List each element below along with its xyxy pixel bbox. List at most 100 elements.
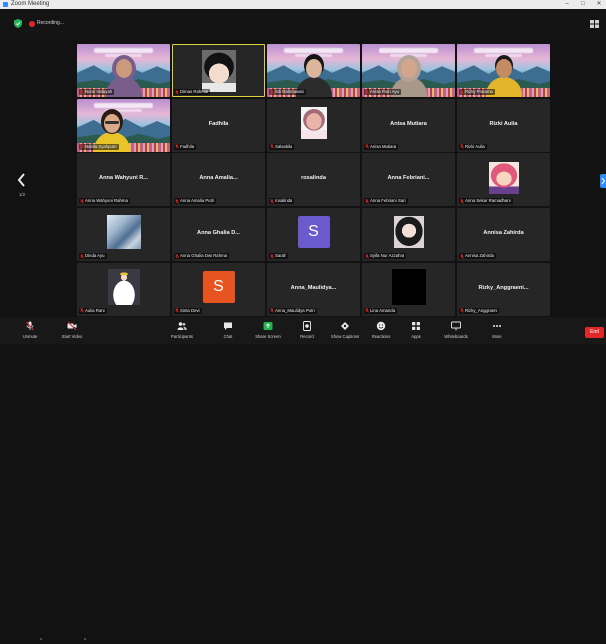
- participant-tile[interactable]: S Sarah: [267, 208, 360, 262]
- participant-tile[interactable]: S Sinta Devi: [172, 262, 265, 316]
- muted-mic-icon: [365, 144, 369, 150]
- recording-indicator-icon[interactable]: [29, 21, 35, 27]
- participant-tile[interactable]: Annisa Zahirda Annisa Zahirda: [457, 208, 550, 262]
- whiteboard-icon: [451, 321, 461, 331]
- participant-name: Anna Sekar Ramadhani: [465, 198, 511, 204]
- participant-name-label: rosalinda: [269, 198, 295, 205]
- participant-tile[interactable]: Siti Rahmawati: [267, 44, 360, 97]
- participant-name-label: Anna Ghalia Dwi Rahma: [174, 253, 230, 260]
- profile-picture: [201, 49, 236, 92]
- muted-mic-icon: [460, 89, 464, 95]
- participant-tile[interactable]: Syifa Nur Azzahra: [362, 208, 455, 262]
- participant-name-label: Sinta Devi: [174, 307, 202, 314]
- participant-tile[interactable]: Anisa Mutiara Anisa Mutiara: [362, 98, 455, 152]
- gallery-view: Nurul Hidayah Dimas Rahmat Siti Rahmawati A…: [77, 44, 550, 316]
- participant-name: Rizky_Anggraeni: [465, 307, 498, 313]
- participant-tile[interactable]: Rizky Pratama: [457, 44, 550, 97]
- grid-view-icon[interactable]: [590, 20, 599, 28]
- record-label: Record: [300, 334, 314, 339]
- participant-name: Salsabila: [275, 143, 293, 149]
- profile-picture: [393, 216, 424, 249]
- participant-name: Anna Febriani Sari: [370, 198, 406, 204]
- muted-mic-icon: [80, 144, 84, 150]
- participant-name-label: Nabila Syahputri: [79, 143, 119, 150]
- participant-name: Nurul Hidayah: [85, 89, 113, 94]
- chat-button[interactable]: Chat: [208, 320, 248, 343]
- participant-name: Anisa Mutiara: [370, 143, 397, 149]
- participant-tile[interactable]: Anna Sekar Ramadhani: [457, 153, 550, 207]
- participant-tile[interactable]: Dinda Ayu: [77, 208, 170, 262]
- participant-display-name: Fadhila: [208, 120, 229, 127]
- record-button[interactable]: Record: [287, 320, 327, 343]
- participant-tile[interactable]: Anisa Putri Ayu: [362, 44, 455, 97]
- participant-display-name: Anna Ghalia D...: [197, 230, 240, 237]
- participant-tile[interactable]: Salsabila: [267, 98, 360, 152]
- share-screen-button[interactable]: Share Screen: [248, 320, 288, 343]
- profile-picture: [107, 269, 140, 306]
- participants-icon: [177, 322, 187, 330]
- whiteboards-label: Whiteboards: [444, 334, 468, 339]
- video-options-caret-icon[interactable]: ^: [84, 638, 86, 644]
- smiley-icon: [376, 321, 386, 331]
- participant-tile[interactable]: Nurul Hidayah: [77, 44, 170, 97]
- muted-mic-icon: [175, 253, 179, 259]
- meeting-controls-toolbar: Unmute ^ Start Video ^ Participants Chat…: [0, 317, 606, 644]
- previous-page-chevron-icon[interactable]: [17, 172, 27, 188]
- shield-icon[interactable]: [14, 19, 22, 28]
- more-label: More: [492, 334, 502, 339]
- participant-name-label: Anisa Mutiara: [364, 143, 399, 150]
- maximize-button[interactable]: □: [576, 0, 590, 9]
- participant-display-name: Anna_Maulidya...: [290, 284, 337, 291]
- start-video-button[interactable]: Start Video: [52, 320, 92, 343]
- apps-button[interactable]: Apps: [396, 320, 436, 343]
- participant-name-label: Salsabila: [269, 143, 295, 150]
- participant-tile[interactable]: Rizki Aulia Rizki Aulia: [457, 98, 550, 152]
- unmute-button[interactable]: Unmute: [10, 320, 50, 343]
- show-captions-button[interactable]: Show Captions: [325, 320, 365, 343]
- participant-tile[interactable]: Anna Ghalia D... Anna Ghalia Dwi Rahma: [172, 208, 265, 262]
- participant-tile[interactable]: Nabila Syahputri: [77, 98, 170, 152]
- muted-mic-icon: [80, 253, 84, 259]
- end-meeting-button[interactable]: End: [585, 327, 604, 338]
- zoom-app-icon: [3, 2, 8, 7]
- next-page-chevron-icon[interactable]: [600, 174, 606, 188]
- participant-tile[interactable]: Anna_Maulidya... Anna_Maulidya Putri: [267, 262, 360, 316]
- muted-mic-icon: [80, 308, 84, 314]
- participant-name: rosalinda: [275, 198, 293, 204]
- participant-tile[interactable]: Anna Wahyuni R... Anna Wahyuni Rahma: [77, 153, 170, 207]
- reactions-button[interactable]: Reactions: [361, 320, 401, 343]
- minimize-button[interactable]: –: [560, 0, 574, 9]
- participant-name-label: Nurul Hidayah: [79, 89, 115, 95]
- participant-name-label: Rizky_Anggraeni: [459, 307, 500, 314]
- participant-name-label: Dinda Ayu: [79, 253, 107, 260]
- recording-label[interactable]: Recording...: [37, 20, 64, 27]
- whiteboards-button[interactable]: Whiteboards: [436, 320, 476, 343]
- participant-tile[interactable]: Anna Amalia... Anna Amalia Putri: [172, 153, 265, 207]
- participant-display-name: Rizki Aulia: [489, 120, 518, 127]
- participant-tile[interactable]: Anna Febriani... Anna Febriani Sari: [362, 153, 455, 207]
- participant-name: Syifa Nur Azzahra: [370, 253, 405, 259]
- reactions-label: Reactions: [371, 334, 391, 339]
- participant-name: Anna_Maulidya Putri: [275, 307, 315, 313]
- participant-name-label: Annisa Zahirda: [459, 253, 496, 260]
- participant-tile[interactable]: rosalinda rosalinda: [267, 153, 360, 207]
- participant-name-label: Syifa Nur Azzahra: [364, 253, 407, 260]
- share-screen-label: Share Screen: [255, 334, 281, 339]
- participants-button[interactable]: Participants: [162, 320, 202, 343]
- participant-tile[interactable]: Aulia Rani: [77, 262, 170, 316]
- muted-mic-icon: [80, 199, 84, 204]
- muted-mic-icon: [365, 199, 369, 204]
- participant-tile[interactable]: Lina Amanda: [362, 262, 455, 316]
- participant-name-label: Rizki Aulia: [459, 143, 487, 150]
- muted-mic-icon: [175, 89, 179, 95]
- close-window-button[interactable]: ✕: [592, 0, 606, 9]
- participant-name-label: Dimas Rahmat: [174, 89, 211, 95]
- participant-tile[interactable]: Rizky_Anggraeni... Rizky_Anggraeni: [457, 262, 550, 316]
- participant-tile-active-speaker[interactable]: Dimas Rahmat: [172, 44, 265, 97]
- participant-tile[interactable]: Fadhila Fadhila: [172, 98, 265, 152]
- video-off-icon: [67, 321, 77, 331]
- audio-options-caret-icon[interactable]: ^: [40, 638, 42, 644]
- profile-picture: [300, 107, 327, 140]
- participant-name-label: Fadhila: [174, 143, 197, 150]
- more-button[interactable]: More: [477, 320, 517, 343]
